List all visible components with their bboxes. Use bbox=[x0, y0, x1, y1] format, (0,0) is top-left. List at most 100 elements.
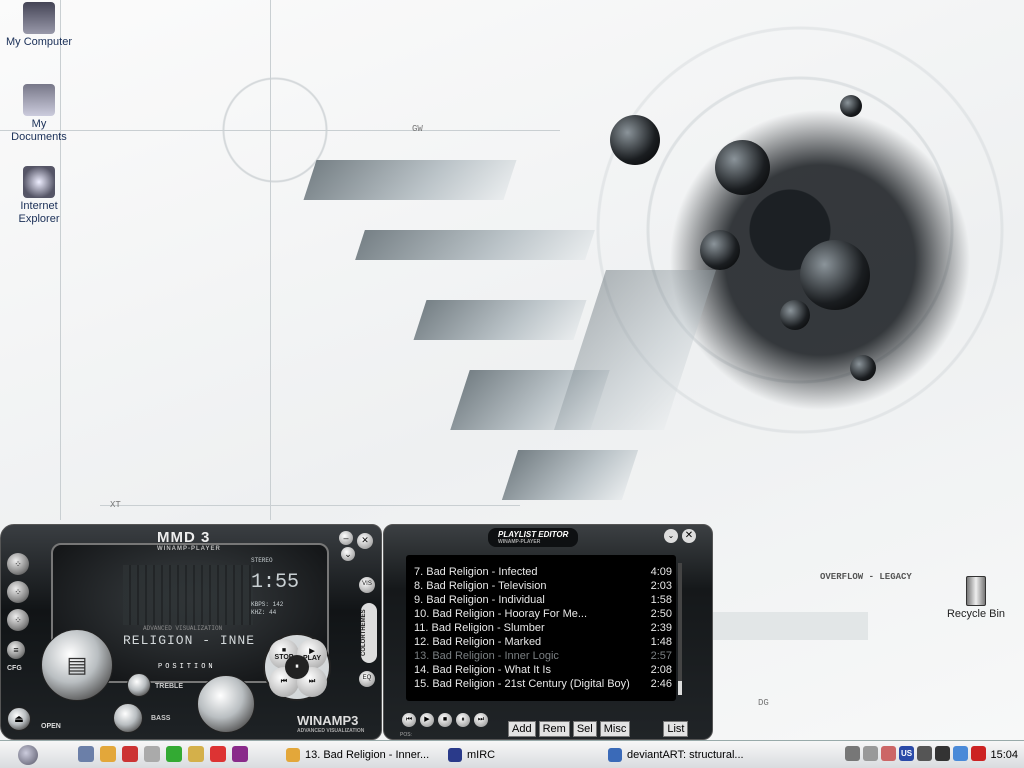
minimize-button[interactable]: – bbox=[339, 531, 353, 545]
track-time: 2:03 bbox=[650, 580, 672, 592]
task-label: deviantART: structural... bbox=[627, 749, 744, 761]
playlist-close-button[interactable]: ✕ bbox=[682, 529, 696, 543]
open-button[interactable]: ⏏ bbox=[7, 707, 31, 731]
quicklaunch-app-icon[interactable] bbox=[210, 746, 226, 762]
playlist-track-row[interactable]: 10. Bad Religion - Hooray For Me... 2:50 bbox=[414, 607, 672, 621]
tray-app-icon[interactable] bbox=[863, 746, 878, 761]
quicklaunch-app-icon[interactable] bbox=[188, 746, 204, 762]
playlist-track-row[interactable]: 12. Bad Religion - Marked 1:48 bbox=[414, 635, 672, 649]
playlist-transport: ⏮ ▶ ■ ⏸ ⏭ bbox=[402, 713, 488, 727]
tray-app-icon[interactable] bbox=[917, 746, 932, 761]
playlist-title: PLAYLIST EDITOR WINAMP-PLAYER bbox=[488, 528, 579, 547]
playlist-title-text: PLAYLIST EDITOR bbox=[498, 530, 569, 539]
treble-knob[interactable] bbox=[127, 673, 151, 697]
player-option-button[interactable]: ⁘ bbox=[7, 581, 29, 603]
playlist-scrollbar[interactable] bbox=[678, 563, 682, 695]
quicklaunch-winamp-icon[interactable] bbox=[100, 746, 116, 762]
select-button[interactable]: Sel bbox=[572, 721, 597, 737]
wallpaper-gear bbox=[800, 240, 870, 310]
shade-button[interactable]: ⌄ bbox=[341, 547, 355, 561]
playlist-title-sub: WINAMP-PLAYER bbox=[498, 539, 541, 545]
time-display[interactable]: 1:55 bbox=[251, 571, 299, 594]
adv-vis-label: ADVANCED VISUALIZATION bbox=[143, 625, 223, 632]
winamp-main-window: ⁘ ⁘ ⁘ ≡ CFG ⏏ OPEN MMD 3 WINAMP-PLAYER S… bbox=[0, 524, 382, 740]
taskbar-clock[interactable]: 15:04 bbox=[990, 746, 1018, 764]
playlist-scroll-thumb[interactable] bbox=[678, 681, 682, 695]
playlist-track-row[interactable]: 11. Bad Religion - Slumber 2:39 bbox=[414, 621, 672, 635]
misc-button[interactable]: Misc bbox=[599, 721, 631, 737]
track-name: 9. Bad Religion - Individual bbox=[414, 594, 545, 606]
player-brand: MMD 3 WINAMP-PLAYER bbox=[157, 529, 221, 552]
pl-pause-button[interactable]: ⏸ bbox=[456, 713, 470, 727]
vis-button[interactable]: VIS bbox=[359, 577, 375, 593]
winamp-logo-sub: ADVANCED VISUALIZATION bbox=[297, 728, 365, 734]
close-icon: ✕ bbox=[684, 530, 694, 541]
volume-knob[interactable] bbox=[197, 675, 255, 733]
playlist-editor-window: PLAYLIST EDITOR WINAMP-PLAYER ⌄ ✕ 7. Bad… bbox=[383, 524, 713, 740]
quicklaunch-icq-icon[interactable] bbox=[166, 746, 182, 762]
add-button[interactable]: Add bbox=[508, 721, 536, 737]
playlist-track-row[interactable]: 7. Bad Religion - Infected 4:09 bbox=[414, 565, 672, 579]
playlist-track-list[interactable]: 7. Bad Religion - Infected 4:09 8. Bad Rel… bbox=[406, 555, 676, 701]
pl-play-button[interactable]: ▶ bbox=[420, 713, 434, 727]
tray-app-icon[interactable] bbox=[935, 746, 950, 761]
playlist-track-row[interactable]: 15. Bad Religion - 21st Century (Digital… bbox=[414, 677, 672, 691]
playlist-toggle-button[interactable]: ▤ bbox=[41, 629, 113, 701]
brand-subtitle: WINAMP-PLAYER bbox=[157, 546, 221, 552]
quicklaunch-app-icon[interactable] bbox=[122, 746, 138, 762]
track-name: 7. Bad Religion - Infected bbox=[414, 566, 538, 578]
documents-icon bbox=[23, 84, 55, 116]
wallpaper-line bbox=[0, 130, 560, 131]
list-button[interactable]: List bbox=[663, 721, 689, 737]
playlist-shade-button[interactable]: ⌄ bbox=[664, 529, 678, 543]
task-label: 13. Bad Religion - Inner... bbox=[305, 749, 430, 761]
taskbar-button-mirc[interactable]: mIRC bbox=[448, 745, 495, 765]
desktop-icon-internet-explorer[interactable]: Internet Explorer bbox=[4, 166, 74, 226]
remove-button[interactable]: Rem bbox=[538, 721, 570, 737]
desktop-icon-my-computer[interactable]: My Computer bbox=[4, 2, 74, 49]
wallpaper-gear bbox=[840, 95, 862, 117]
taskbar-button-deviantart[interactable]: deviantART: structural... bbox=[608, 745, 744, 765]
start-button[interactable] bbox=[18, 745, 38, 765]
tray-app-icon[interactable] bbox=[881, 746, 896, 761]
tray-app-icon[interactable] bbox=[953, 746, 968, 761]
pl-prev-button[interactable]: ⏮ bbox=[402, 713, 416, 727]
wallpaper-gear bbox=[610, 115, 660, 165]
track-name: 10. Bad Religion - Hooray For Me... bbox=[414, 608, 588, 620]
colorthemes-button[interactable]: COLORTHEMES bbox=[361, 603, 377, 663]
quicklaunch-browser-icon[interactable] bbox=[78, 746, 94, 762]
track-time: 2:08 bbox=[650, 664, 672, 676]
visualization-area[interactable] bbox=[123, 565, 253, 625]
player-option-button[interactable]: ⁘ bbox=[7, 609, 29, 631]
pause-icon: ⏸ bbox=[295, 663, 299, 670]
track-time: 2:57 bbox=[650, 650, 672, 662]
desktop-icon-my-documents[interactable]: My Documents bbox=[4, 84, 74, 144]
track-time: 2:39 bbox=[650, 622, 672, 634]
cfg-button[interactable]: ≡ bbox=[7, 641, 25, 659]
pl-next-button[interactable]: ⏭ bbox=[474, 713, 488, 727]
tray-app-icon[interactable] bbox=[845, 746, 860, 761]
taskbar-button-winamp[interactable]: 13. Bad Religion - Inner... bbox=[286, 745, 429, 765]
player-option-button[interactable]: ⁘ bbox=[7, 553, 29, 575]
eq-button[interactable]: EQ bbox=[359, 671, 375, 687]
desktop-icon-label: My Computer bbox=[5, 36, 73, 48]
playlist-track-row[interactable]: 14. Bad Religion - What It Is 2:08 bbox=[414, 663, 672, 677]
track-name: 15. Bad Religion - 21st Century (Digital… bbox=[414, 678, 630, 690]
playlist-track-row[interactable]: 9. Bad Religion - Individual 1:58 bbox=[414, 593, 672, 607]
quicklaunch-app-icon[interactable] bbox=[144, 746, 160, 762]
track-time: 2:46 bbox=[650, 678, 672, 690]
open-label: OPEN bbox=[41, 723, 61, 730]
system-tray: US bbox=[845, 746, 986, 761]
pause-button[interactable]: ⏸ bbox=[285, 655, 309, 679]
playlist-track-row[interactable]: 8. Bad Religion - Television 2:03 bbox=[414, 579, 672, 593]
language-indicator[interactable]: US bbox=[899, 746, 914, 761]
pl-stop-button[interactable]: ■ bbox=[438, 713, 452, 727]
track-name: 14. Bad Religion - What It Is bbox=[414, 664, 551, 676]
desktop-icon-recycle-bin[interactable]: Recycle Bin bbox=[944, 576, 1008, 620]
player-left-buttons: ⁘ ⁘ ⁘ ≡ CFG bbox=[7, 553, 35, 672]
quicklaunch-app-icon[interactable] bbox=[232, 746, 248, 762]
tray-app-icon[interactable] bbox=[971, 746, 986, 761]
playlist-track-row[interactable]: 13. Bad Religion - Inner Logic 2:57 bbox=[414, 649, 672, 663]
close-button[interactable]: ✕ bbox=[357, 533, 373, 549]
bass-knob[interactable] bbox=[113, 703, 143, 733]
